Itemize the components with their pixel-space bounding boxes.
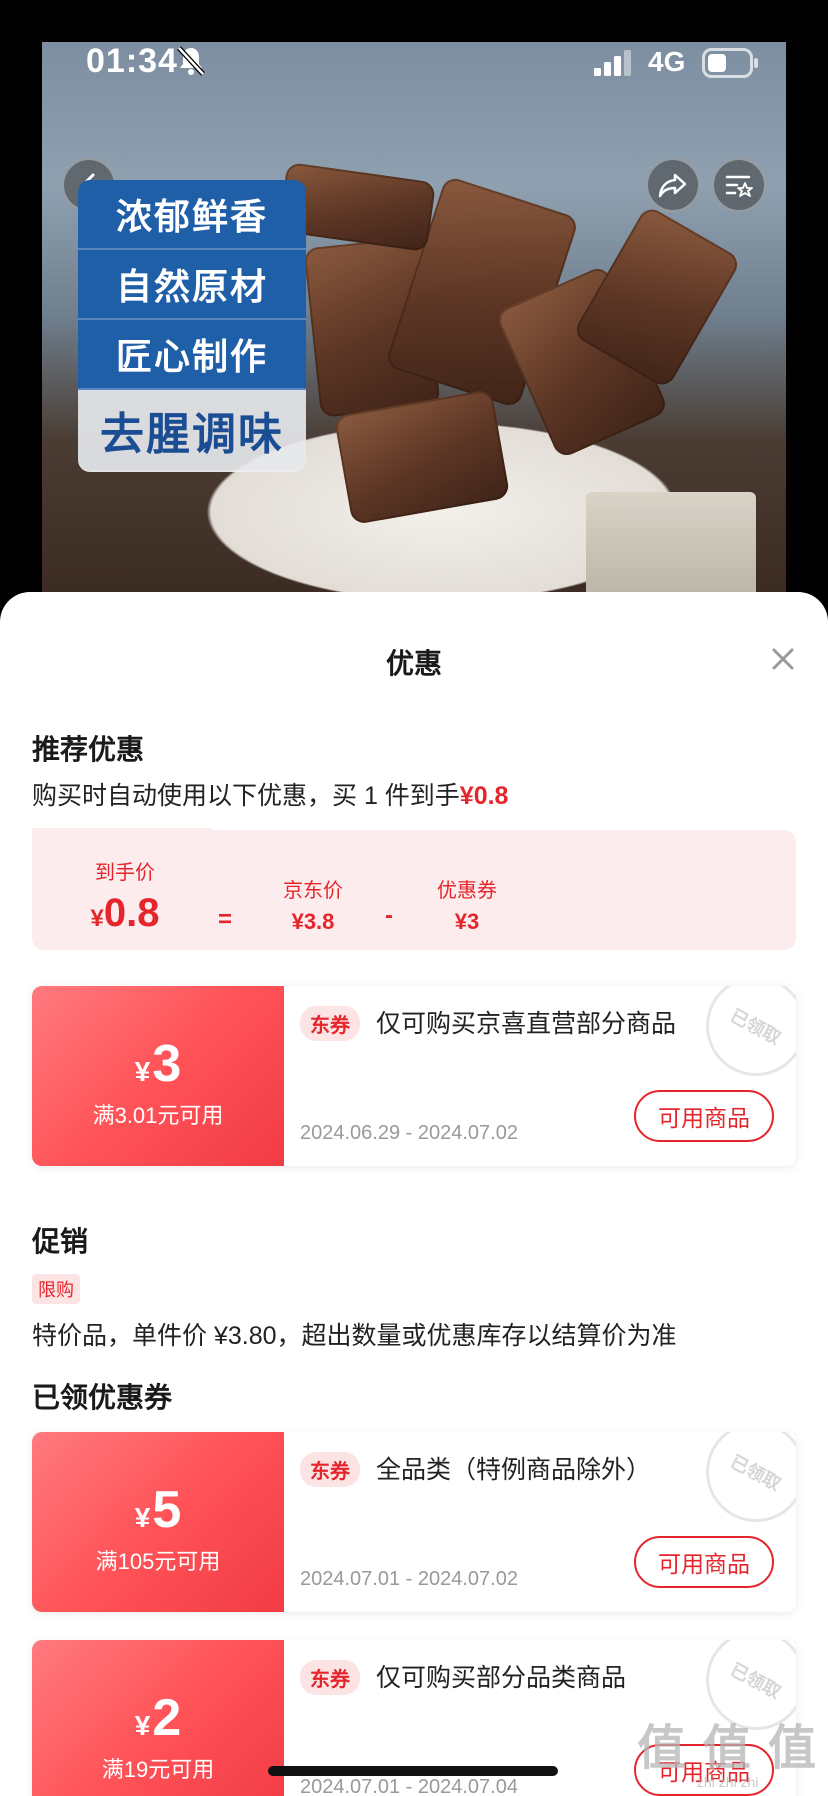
recommend-final-price: ¥0.8 [459,782,509,810]
list-button[interactable] [712,158,766,212]
promo-text: 特价品，单件价 ¥3.80，超出数量或优惠库存以结算价为准 [32,1322,677,1350]
coupon-description: 全品类（特例商品除外） [376,1456,652,1484]
status-bar: 01:34 4G [0,0,828,120]
equals-sign: = [217,906,232,933]
coupon-condition: 满19元可用 [101,1757,215,1782]
claimed-stamp: 已领取 [688,1432,796,1540]
banner-line: 浓郁鲜香 [78,180,306,250]
coupon-value-panel: ¥3 满3.01元可用 [32,986,284,1166]
coupon-amount: ¥3 [134,1035,182,1093]
coupon-type-tag: 东券 [300,1452,360,1487]
available-products-button[interactable]: 可用商品 [634,1536,774,1588]
coupon-validity: 2024.07.01 - 2024.07.02 [300,1568,518,1590]
recommend-text: 购买时自动使用以下优惠，买 1 件到手¥0.8 [32,776,508,812]
coupon-price-col: 优惠券 ¥3 [422,874,512,935]
final-price-value: ¥0.8 [90,891,160,935]
coupon-description: 仅可购买京喜直营部分商品 [376,1010,677,1038]
coupon-value-panel: ¥5 满105元可用 [32,1432,284,1612]
product-banner: 浓郁鲜香 自然原材 匠心制作 去腥调味 [78,180,306,472]
banner-line: 匠心制作 [78,320,306,390]
watermark: 值 值 值 zhi zhi zhi [637,1708,818,1790]
coupon-condition: 满105元可用 [95,1549,221,1574]
price-box-tab [32,828,212,852]
coupon-validity: 2024.07.01 - 2024.07.04 [300,1776,518,1796]
network-type: 4G [648,46,686,77]
watermark-text: 值 值 值 [637,1722,818,1775]
coupon-card: ¥5 满105元可用 东券 全品类（特例商品除外） 2024.07.01 - 2… [32,1432,796,1612]
banner-line: 去腥调味 [78,390,306,472]
coupon-price-label: 优惠券 [437,880,497,902]
recommend-text-prefix: 购买时自动使用以下优惠，买 1 件到手 [32,782,460,810]
coupon-type-tag: 东券 [300,1006,360,1041]
minus-sign: - [385,902,393,929]
jd-price-col: 京东价 ¥3.8 [270,874,356,935]
coupon-card: ¥3 满3.01元可用 东券 仅可购买京喜直营部分商品 2024.06.29 -… [32,986,796,1166]
share-button[interactable] [646,158,700,212]
coupon-validity: 2024.06.29 - 2024.07.02 [300,1122,518,1144]
share-icon [658,173,687,198]
discount-sheet: 优惠 推荐优惠 购买时自动使用以下优惠，买 1 件到手¥0.8 到手价 ¥0.8… [0,592,828,1796]
coupon-amount: ¥5 [134,1481,182,1539]
close-icon[interactable] [768,644,798,674]
bell-slash-icon [177,46,205,76]
limit-tag: 限购 [32,1274,80,1304]
status-time: 01:34 [86,42,178,80]
final-price-label: 到手价 [95,862,155,884]
sheet-title: 优惠 [385,648,442,679]
coupon-condition: 满3.01元可用 [92,1103,224,1128]
final-price-col: 到手价 ¥0.8 [82,856,168,936]
claimed-stamp: 已领取 [688,986,796,1094]
coupon-description: 仅可购买部分品类商品 [376,1664,627,1692]
available-products-button[interactable]: 可用商品 [634,1090,774,1142]
coupon-type-tag: 东券 [300,1660,360,1695]
jd-price-value: ¥3.8 [291,909,335,934]
coupon-amount: ¥2 [134,1689,182,1747]
coupon-price-value: ¥3 [454,909,480,934]
banner-line: 自然原材 [78,250,306,320]
claimed-heading: 已领优惠券 [32,1382,173,1413]
battery-icon [702,48,758,78]
recommend-heading: 推荐优惠 [32,734,145,765]
jd-price-label: 京东价 [283,880,343,902]
list-star-icon [725,175,753,197]
coupon-value-panel: ¥2 满19元可用 [32,1640,284,1796]
home-indicator[interactable] [268,1766,558,1776]
promo-heading: 促销 [32,1226,89,1257]
signal-icon [594,50,631,76]
